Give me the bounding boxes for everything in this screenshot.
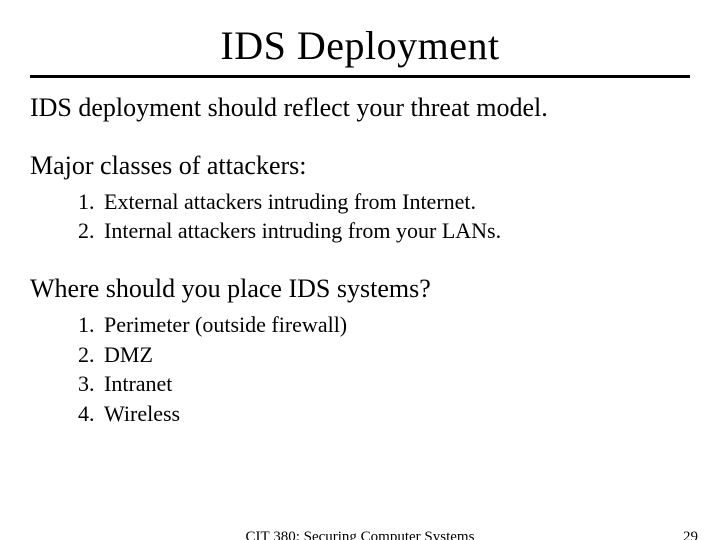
list-item: Internal attackers intruding from your L… (100, 216, 690, 246)
slide: IDS Deployment IDS deployment should ref… (0, 22, 720, 540)
list-item: External attackers intruding from Intern… (100, 187, 690, 217)
footer-course: CIT 380: Securing Computer Systems (0, 529, 720, 540)
list-item: DMZ (100, 340, 690, 370)
list-item: Intranet (100, 369, 690, 399)
attackers-heading: Major classes of attackers: (30, 151, 690, 181)
list-item: Wireless (100, 399, 690, 429)
list-item: Perimeter (outside firewall) (100, 310, 690, 340)
title-rule (30, 75, 690, 78)
slide-footer: CIT 380: Securing Computer Systems 29 (0, 529, 720, 540)
attackers-list: External attackers intruding from Intern… (72, 187, 690, 246)
footer-page-number: 29 (683, 529, 698, 540)
lead-paragraph: IDS deployment should reflect your threa… (30, 92, 690, 125)
slide-body: IDS deployment should reflect your threa… (0, 92, 720, 429)
slide-title: IDS Deployment (0, 22, 720, 69)
placement-list: Perimeter (outside firewall) DMZ Intrane… (72, 310, 690, 429)
placement-heading: Where should you place IDS systems? (30, 274, 690, 304)
